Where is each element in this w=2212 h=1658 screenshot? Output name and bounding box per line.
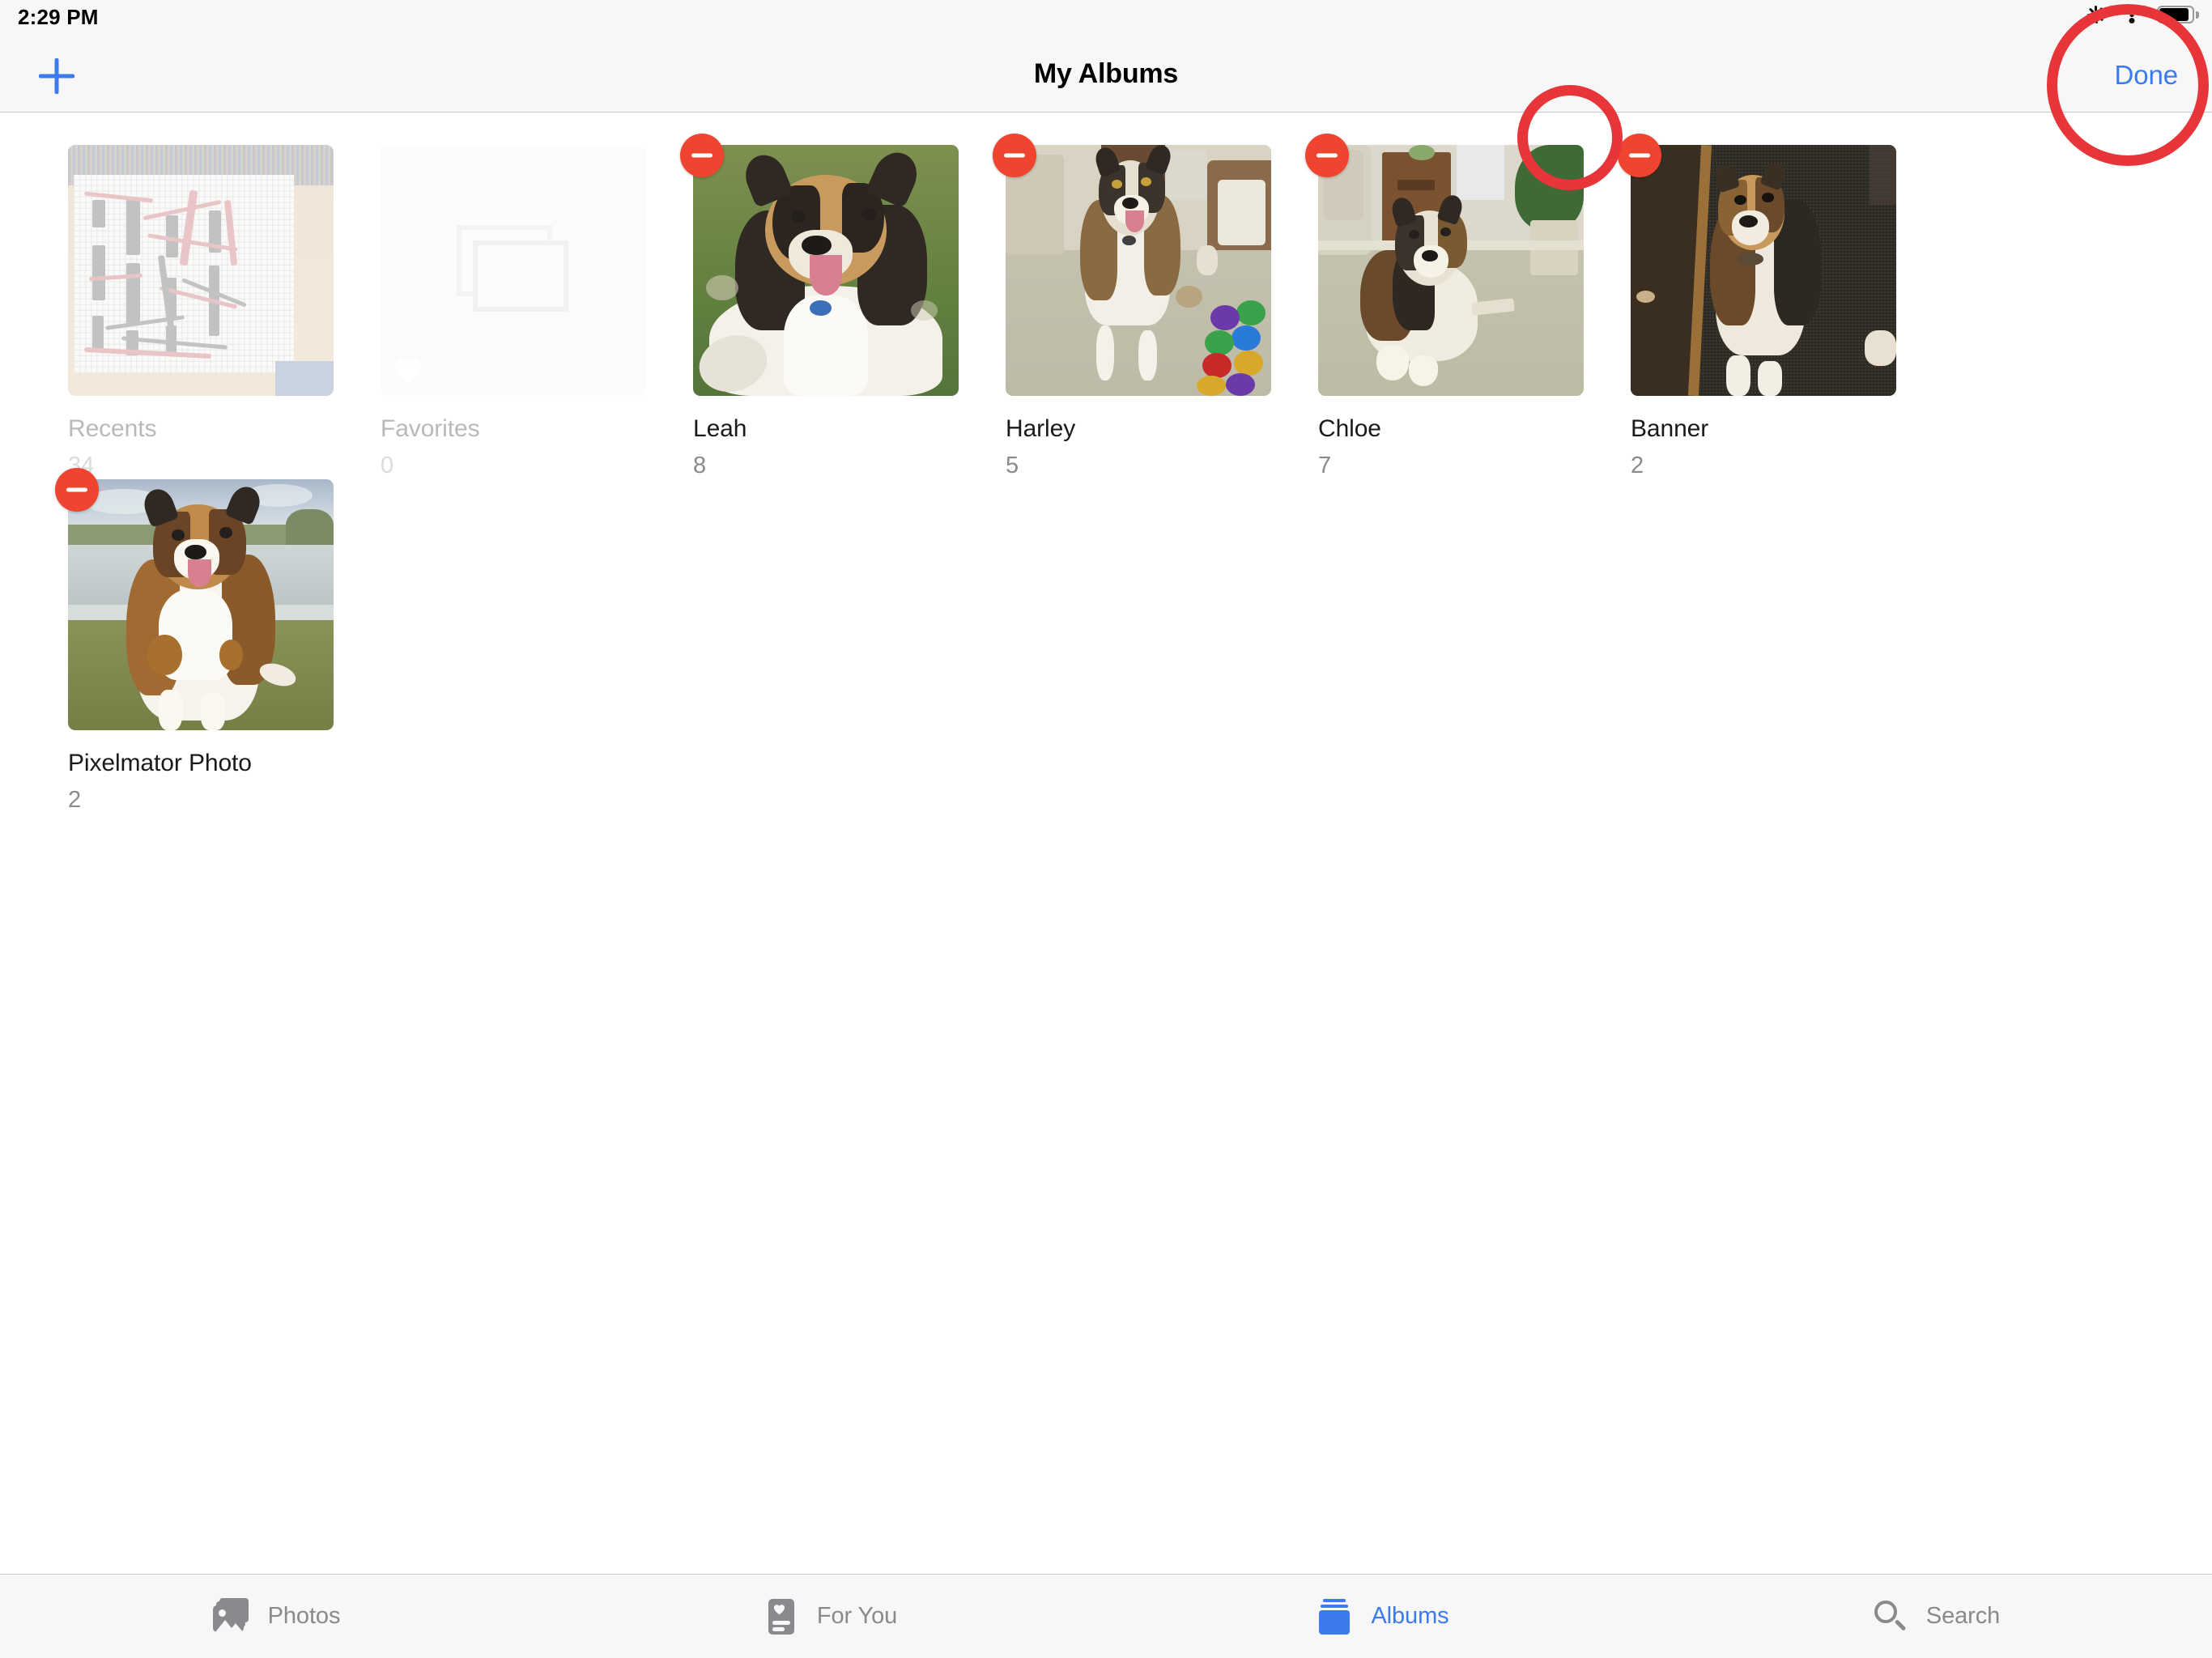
- album-name: Harley: [1006, 415, 1076, 442]
- album-thumbnail-recents: [68, 145, 334, 396]
- delete-album-badge-leah[interactable]: [680, 134, 724, 177]
- photos-icon: [212, 1597, 252, 1635]
- album-tile-harley[interactable]: Harley 5: [993, 134, 1299, 479]
- search-icon: [1871, 1598, 1910, 1635]
- album-thumbnail-leah: [693, 145, 959, 396]
- album-name: Pixelmator Photo: [68, 750, 252, 776]
- album-thumbnail-chloe: [1318, 145, 1584, 396]
- album-thumbnail-banner: [1631, 145, 1896, 396]
- album-count: 2: [68, 787, 82, 813]
- empty-album-placeholder-icon: [457, 225, 570, 316]
- album-name: Chloe: [1318, 415, 1381, 442]
- tab-label: Photos: [267, 1603, 341, 1629]
- albums-icon: [1316, 1598, 1355, 1635]
- page-title: My Albums: [1033, 58, 1179, 89]
- album-thumbnail-wrap: [381, 145, 646, 396]
- location-icon: [2086, 4, 2107, 25]
- album-tile-pixelmator-photo[interactable]: Pixelmator Photo 2: [55, 468, 361, 814]
- tab-label: Search: [1925, 1603, 2001, 1629]
- album-count: 7: [1318, 453, 1332, 478]
- status-bar: 2:29 PM: [0, 0, 2212, 36]
- delete-album-badge-harley[interactable]: [993, 134, 1036, 177]
- tab-search[interactable]: Search: [1659, 1575, 2212, 1658]
- heart-icon: [393, 358, 423, 385]
- album-tile-recents[interactable]: Recents 34: [68, 145, 361, 479]
- tab-label: Albums: [1371, 1603, 1449, 1629]
- album-name: Leah: [693, 415, 747, 442]
- album-thumbnail-wrap: [55, 468, 334, 730]
- delete-album-badge-chloe[interactable]: [1305, 134, 1349, 177]
- album-tile-chloe[interactable]: Chloe 7: [1305, 134, 1611, 479]
- tab-albums[interactable]: Albums: [1106, 1575, 1659, 1658]
- album-grid: Recents 34 Favorites 0 Leah 8 Harley 5 C…: [0, 113, 2212, 1574]
- done-button[interactable]: Done: [2115, 60, 2179, 91]
- album-name: Recents: [68, 415, 157, 442]
- navigation-bar: My Albums Done: [0, 36, 2212, 113]
- battery-icon: [2157, 6, 2199, 23]
- album-count: 0: [381, 453, 394, 478]
- album-thumbnail-wrap: [1305, 134, 1584, 396]
- album-count: 34: [68, 453, 95, 478]
- tab-for-you[interactable]: For You: [553, 1575, 1106, 1658]
- album-name: Favorites: [381, 415, 480, 442]
- album-thumbnail-favorites: [381, 145, 646, 396]
- photos-app-screen: 2:29 PM My Albums Done Recents 34 Favori…: [0, 0, 2212, 1658]
- tab-bar: Photos For You Albums Search: [0, 1574, 2212, 1658]
- tab-label: For You: [816, 1603, 898, 1629]
- tab-photos[interactable]: Photos: [0, 1575, 553, 1658]
- album-tile-leah[interactable]: Leah 8: [680, 134, 986, 479]
- album-thumbnail-harley: [1006, 145, 1271, 396]
- album-tile-favorites[interactable]: Favorites 0: [381, 145, 674, 479]
- for-you-icon: [762, 1598, 801, 1635]
- status-bar-indicators: [2086, 4, 2199, 25]
- wifi-icon: [2120, 5, 2144, 24]
- album-thumbnail-wrap: [68, 145, 334, 396]
- album-name: Banner: [1631, 415, 1709, 442]
- album-count: 5: [1006, 453, 1019, 478]
- album-thumbnail-wrap: [1618, 134, 1896, 396]
- album-thumbnail-pixelmator-photo: [68, 479, 334, 730]
- delete-album-badge-banner[interactable]: [1618, 134, 1661, 177]
- delete-album-badge-pixelmator-photo[interactable]: [55, 468, 99, 512]
- album-count: 2: [1631, 453, 1644, 478]
- album-thumbnail-wrap: [993, 134, 1271, 396]
- album-tile-banner[interactable]: Banner 2: [1618, 134, 1924, 479]
- album-count: 8: [693, 453, 707, 478]
- status-bar-clock: 2:29 PM: [18, 5, 99, 29]
- album-thumbnail-wrap: [680, 134, 959, 396]
